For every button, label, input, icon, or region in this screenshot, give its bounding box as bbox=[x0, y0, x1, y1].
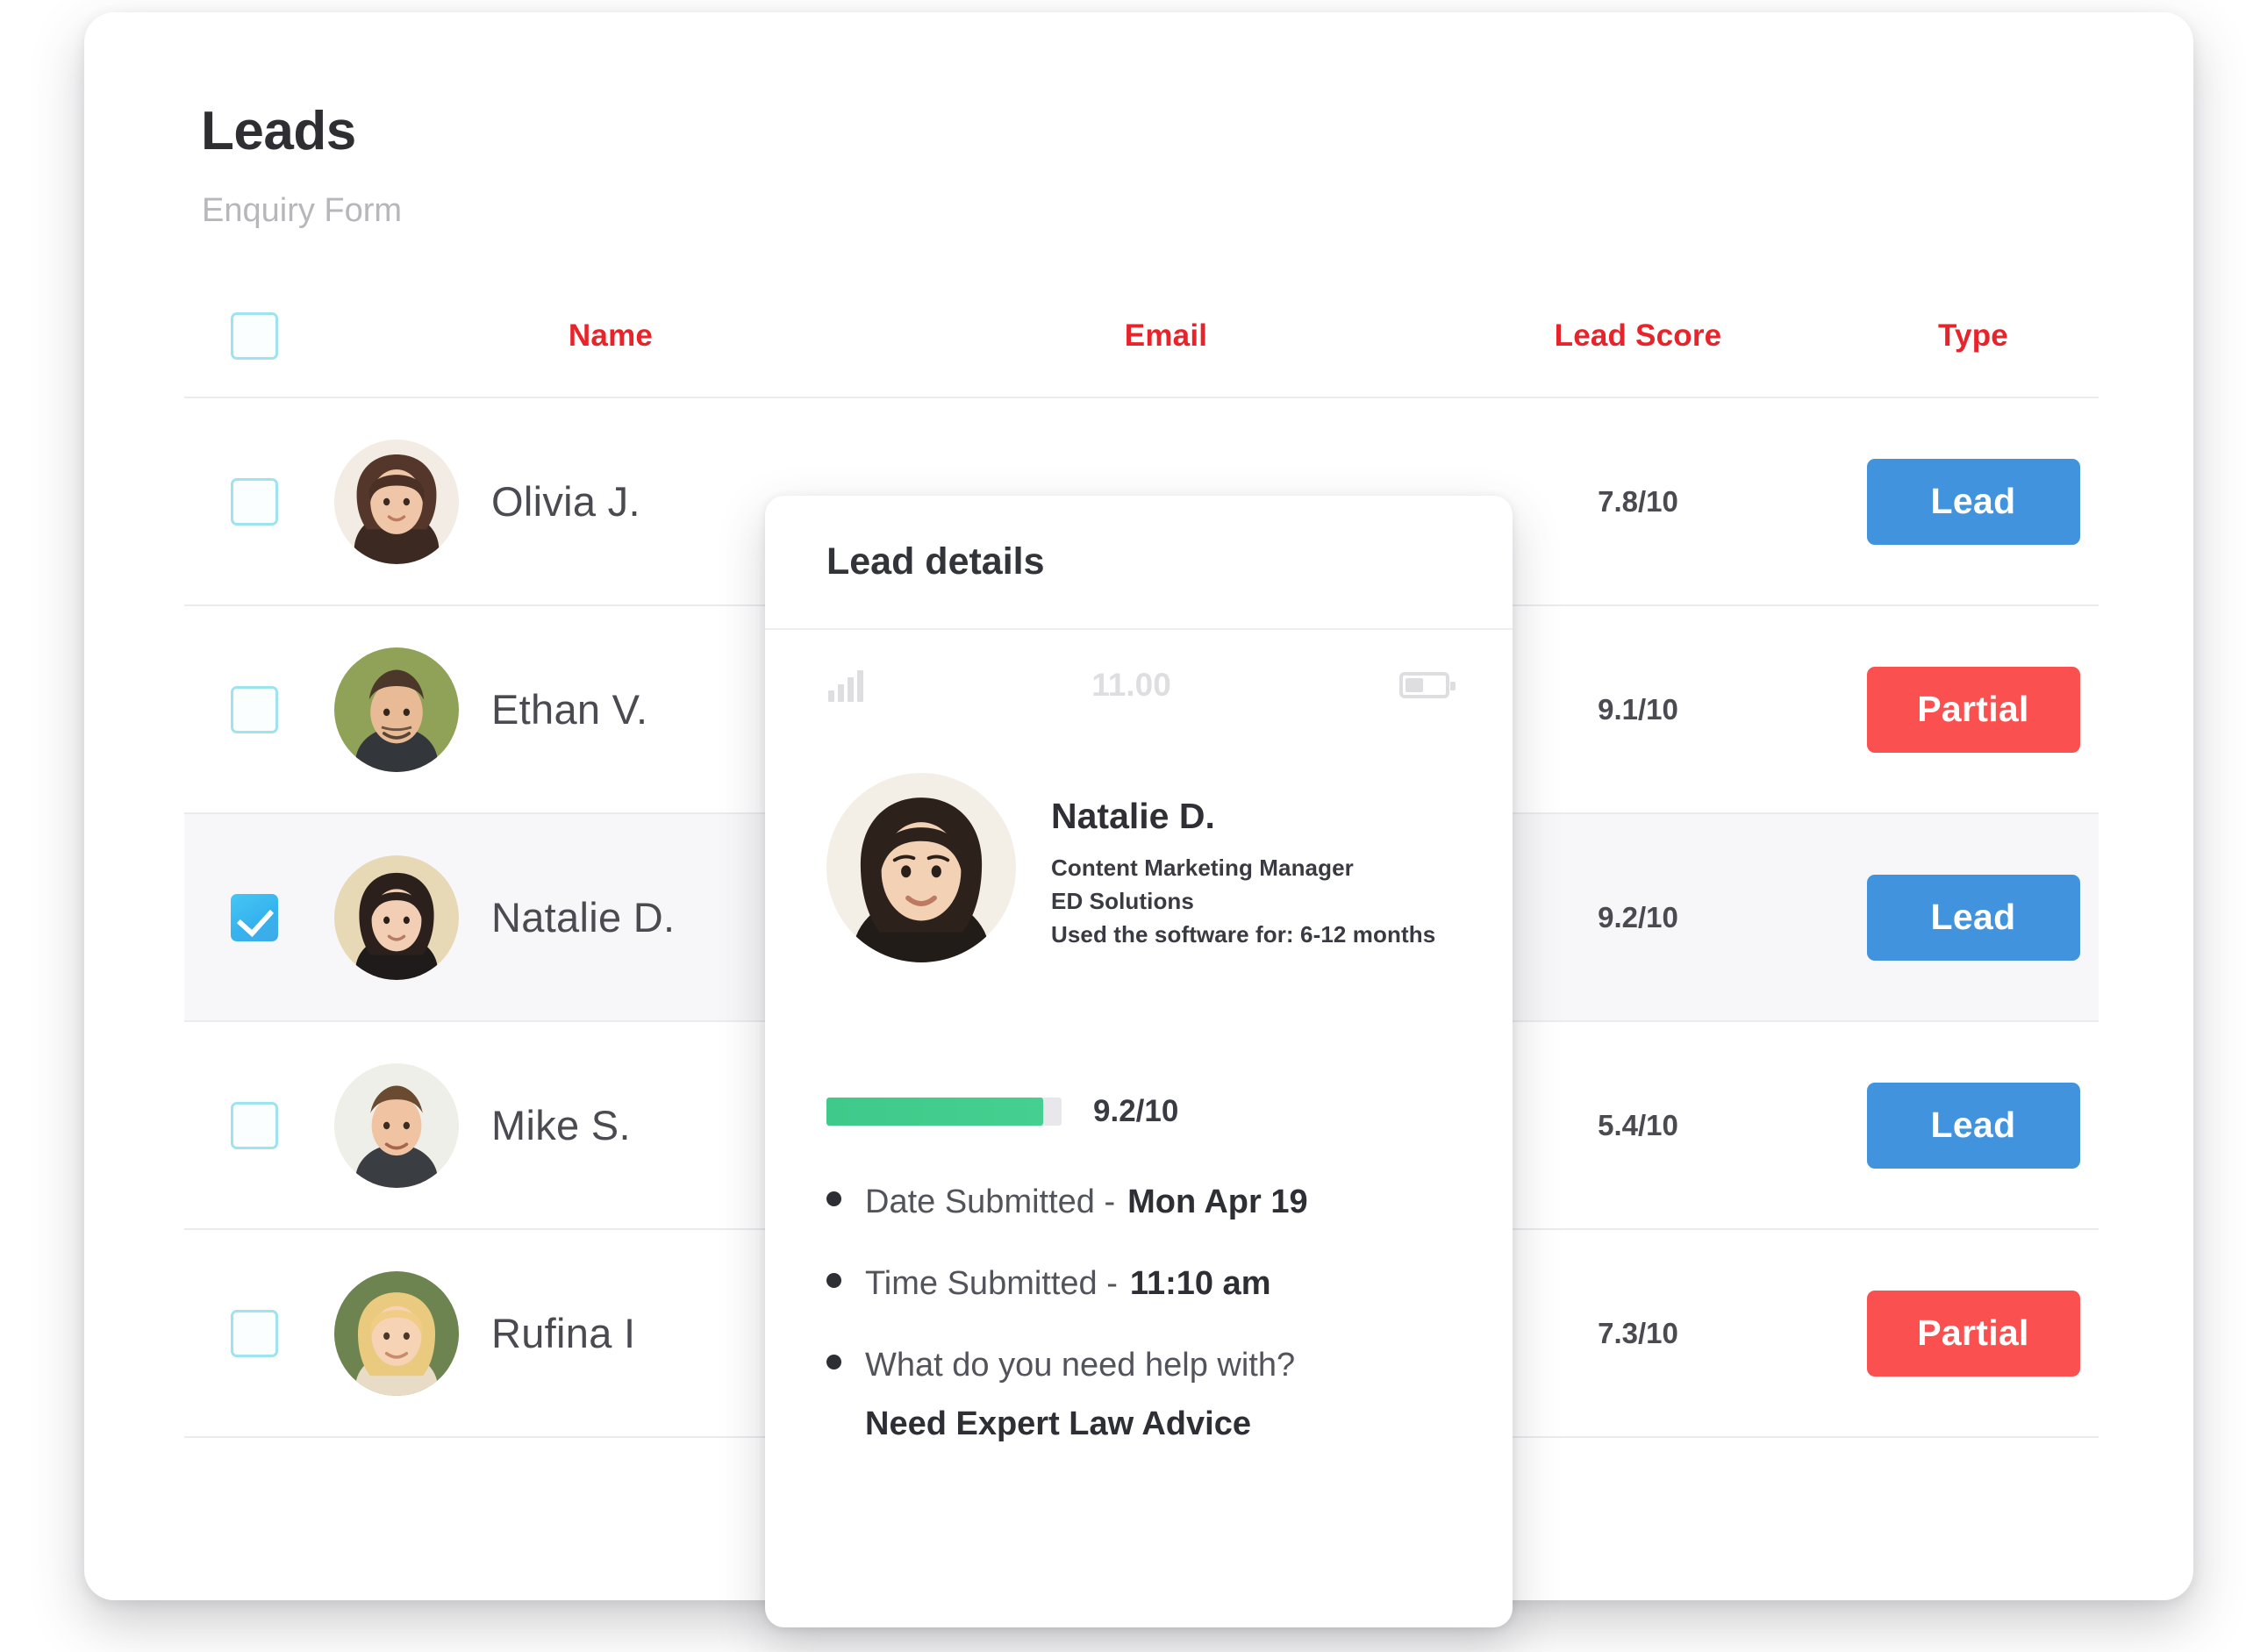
page-title: Leads bbox=[201, 101, 356, 161]
time-submitted-value: 11:10 am bbox=[1129, 1265, 1271, 1302]
popup-title: Lead details bbox=[826, 540, 1045, 583]
lead-score: 9.1/10 bbox=[1598, 692, 1678, 726]
type-cell: Partial bbox=[1848, 1290, 2099, 1377]
row-select-cell bbox=[184, 685, 318, 733]
avatar-cell bbox=[318, 1270, 476, 1396]
lead-score-row: 9.2/10 bbox=[765, 1094, 1513, 1129]
type-cell: Lead bbox=[1848, 458, 2099, 545]
avatar-cell bbox=[318, 439, 476, 564]
avatar-cell bbox=[318, 647, 476, 772]
score-bar-fill bbox=[826, 1098, 1043, 1126]
row-checkbox-checked[interactable] bbox=[231, 893, 278, 941]
row-checkbox[interactable] bbox=[231, 477, 278, 526]
row-select-cell bbox=[184, 1309, 318, 1357]
signal-bars-icon bbox=[828, 669, 863, 702]
lead-name: Rufina I bbox=[491, 1310, 636, 1356]
type-badge-lead[interactable]: Lead bbox=[1866, 874, 2080, 961]
score-bar-track bbox=[826, 1098, 1062, 1126]
avatar bbox=[334, 1062, 459, 1188]
screenshot-root: Leads Enquiry Form Name Email Lead Score… bbox=[0, 0, 2246, 1652]
list-item: Date Submitted - Mon Apr 19 bbox=[826, 1184, 1513, 1221]
profile-company: ED Solutions bbox=[1051, 887, 1194, 914]
lead-score: 7.3/10 bbox=[1598, 1316, 1678, 1349]
list-item: Time Submitted - 11:10 am bbox=[826, 1265, 1513, 1303]
profile-name: Natalie D. bbox=[1051, 796, 1215, 836]
time-submitted-label: Time Submitted - bbox=[865, 1265, 1118, 1302]
type-cell: Partial bbox=[1848, 666, 2099, 753]
score-bar-value: 9.2/10 bbox=[1093, 1094, 1179, 1128]
page-subtitle: Enquiry Form bbox=[202, 192, 403, 229]
row-checkbox[interactable] bbox=[231, 685, 278, 733]
avatar bbox=[334, 855, 459, 980]
status-time: 11.00 bbox=[1091, 666, 1171, 703]
lead-name: Natalie D. bbox=[491, 894, 676, 940]
avatar bbox=[334, 647, 459, 772]
type-cell: Lead bbox=[1848, 874, 2099, 961]
type-badge-partial[interactable]: Partial bbox=[1866, 1290, 2080, 1377]
type-badge-partial[interactable]: Partial bbox=[1866, 666, 2080, 753]
lead-profile: Natalie D. Content Marketing Manager ED … bbox=[765, 740, 1513, 962]
lead-details-popup: Lead details 11.00 Natalie D. Content Ma… bbox=[765, 496, 1513, 1627]
type-badge-lead[interactable]: Lead bbox=[1866, 458, 2080, 545]
lead-score: 9.2/10 bbox=[1598, 900, 1678, 933]
lead-name: Mike S. bbox=[491, 1102, 631, 1148]
lead-score: 7.8/10 bbox=[1598, 484, 1678, 518]
avatar bbox=[334, 439, 459, 564]
lead-detail-list: Date Submitted - Mon Apr 19 Time Submitt… bbox=[765, 1184, 1513, 1443]
column-header-email[interactable]: Email bbox=[904, 318, 1428, 354]
date-submitted-label: Date Submitted - bbox=[865, 1184, 1116, 1220]
avatar-cell bbox=[318, 855, 476, 980]
date-submitted-value: Mon Apr 19 bbox=[1127, 1184, 1308, 1220]
bullet-dot-icon bbox=[826, 1273, 841, 1288]
avatar-cell bbox=[318, 1062, 476, 1188]
column-header-name[interactable]: Name bbox=[318, 318, 904, 354]
select-all-cell bbox=[184, 312, 318, 360]
phone-status-bar: 11.00 bbox=[765, 630, 1513, 740]
profile-usage: Used the software for: 6-12 months bbox=[1051, 920, 1436, 948]
column-header-lead-score[interactable]: Lead Score bbox=[1428, 318, 1848, 354]
lead-name: Ethan V. bbox=[491, 686, 648, 733]
help-question-label: What do you need help with? bbox=[865, 1347, 1296, 1384]
popup-header: Lead details bbox=[765, 496, 1513, 630]
type-badge-lead[interactable]: Lead bbox=[1866, 1082, 2080, 1169]
bullet-dot-icon bbox=[826, 1355, 841, 1370]
row-select-cell bbox=[184, 893, 318, 941]
profile-avatar bbox=[826, 773, 1016, 962]
battery-icon bbox=[1399, 671, 1456, 698]
bullet-dot-icon bbox=[826, 1191, 841, 1206]
lead-name: Olivia J. bbox=[491, 478, 640, 525]
row-select-cell bbox=[184, 1101, 318, 1149]
help-answer-value: Need Expert Law Advice bbox=[865, 1405, 1251, 1442]
select-all-checkbox[interactable] bbox=[231, 312, 278, 360]
table-header-row: Name Email Lead Score Type bbox=[184, 275, 2099, 398]
row-checkbox[interactable] bbox=[231, 1309, 278, 1357]
row-checkbox[interactable] bbox=[231, 1101, 278, 1149]
type-cell: Lead bbox=[1848, 1082, 2099, 1169]
lead-score: 5.4/10 bbox=[1598, 1108, 1678, 1141]
row-select-cell bbox=[184, 477, 318, 526]
avatar bbox=[334, 1270, 459, 1396]
column-header-type[interactable]: Type bbox=[1848, 318, 2099, 354]
profile-info: Natalie D. Content Marketing Manager ED … bbox=[1016, 773, 1435, 952]
profile-role: Content Marketing Manager bbox=[1051, 855, 1354, 881]
list-item: What do you need help with? bbox=[826, 1347, 1513, 1384]
